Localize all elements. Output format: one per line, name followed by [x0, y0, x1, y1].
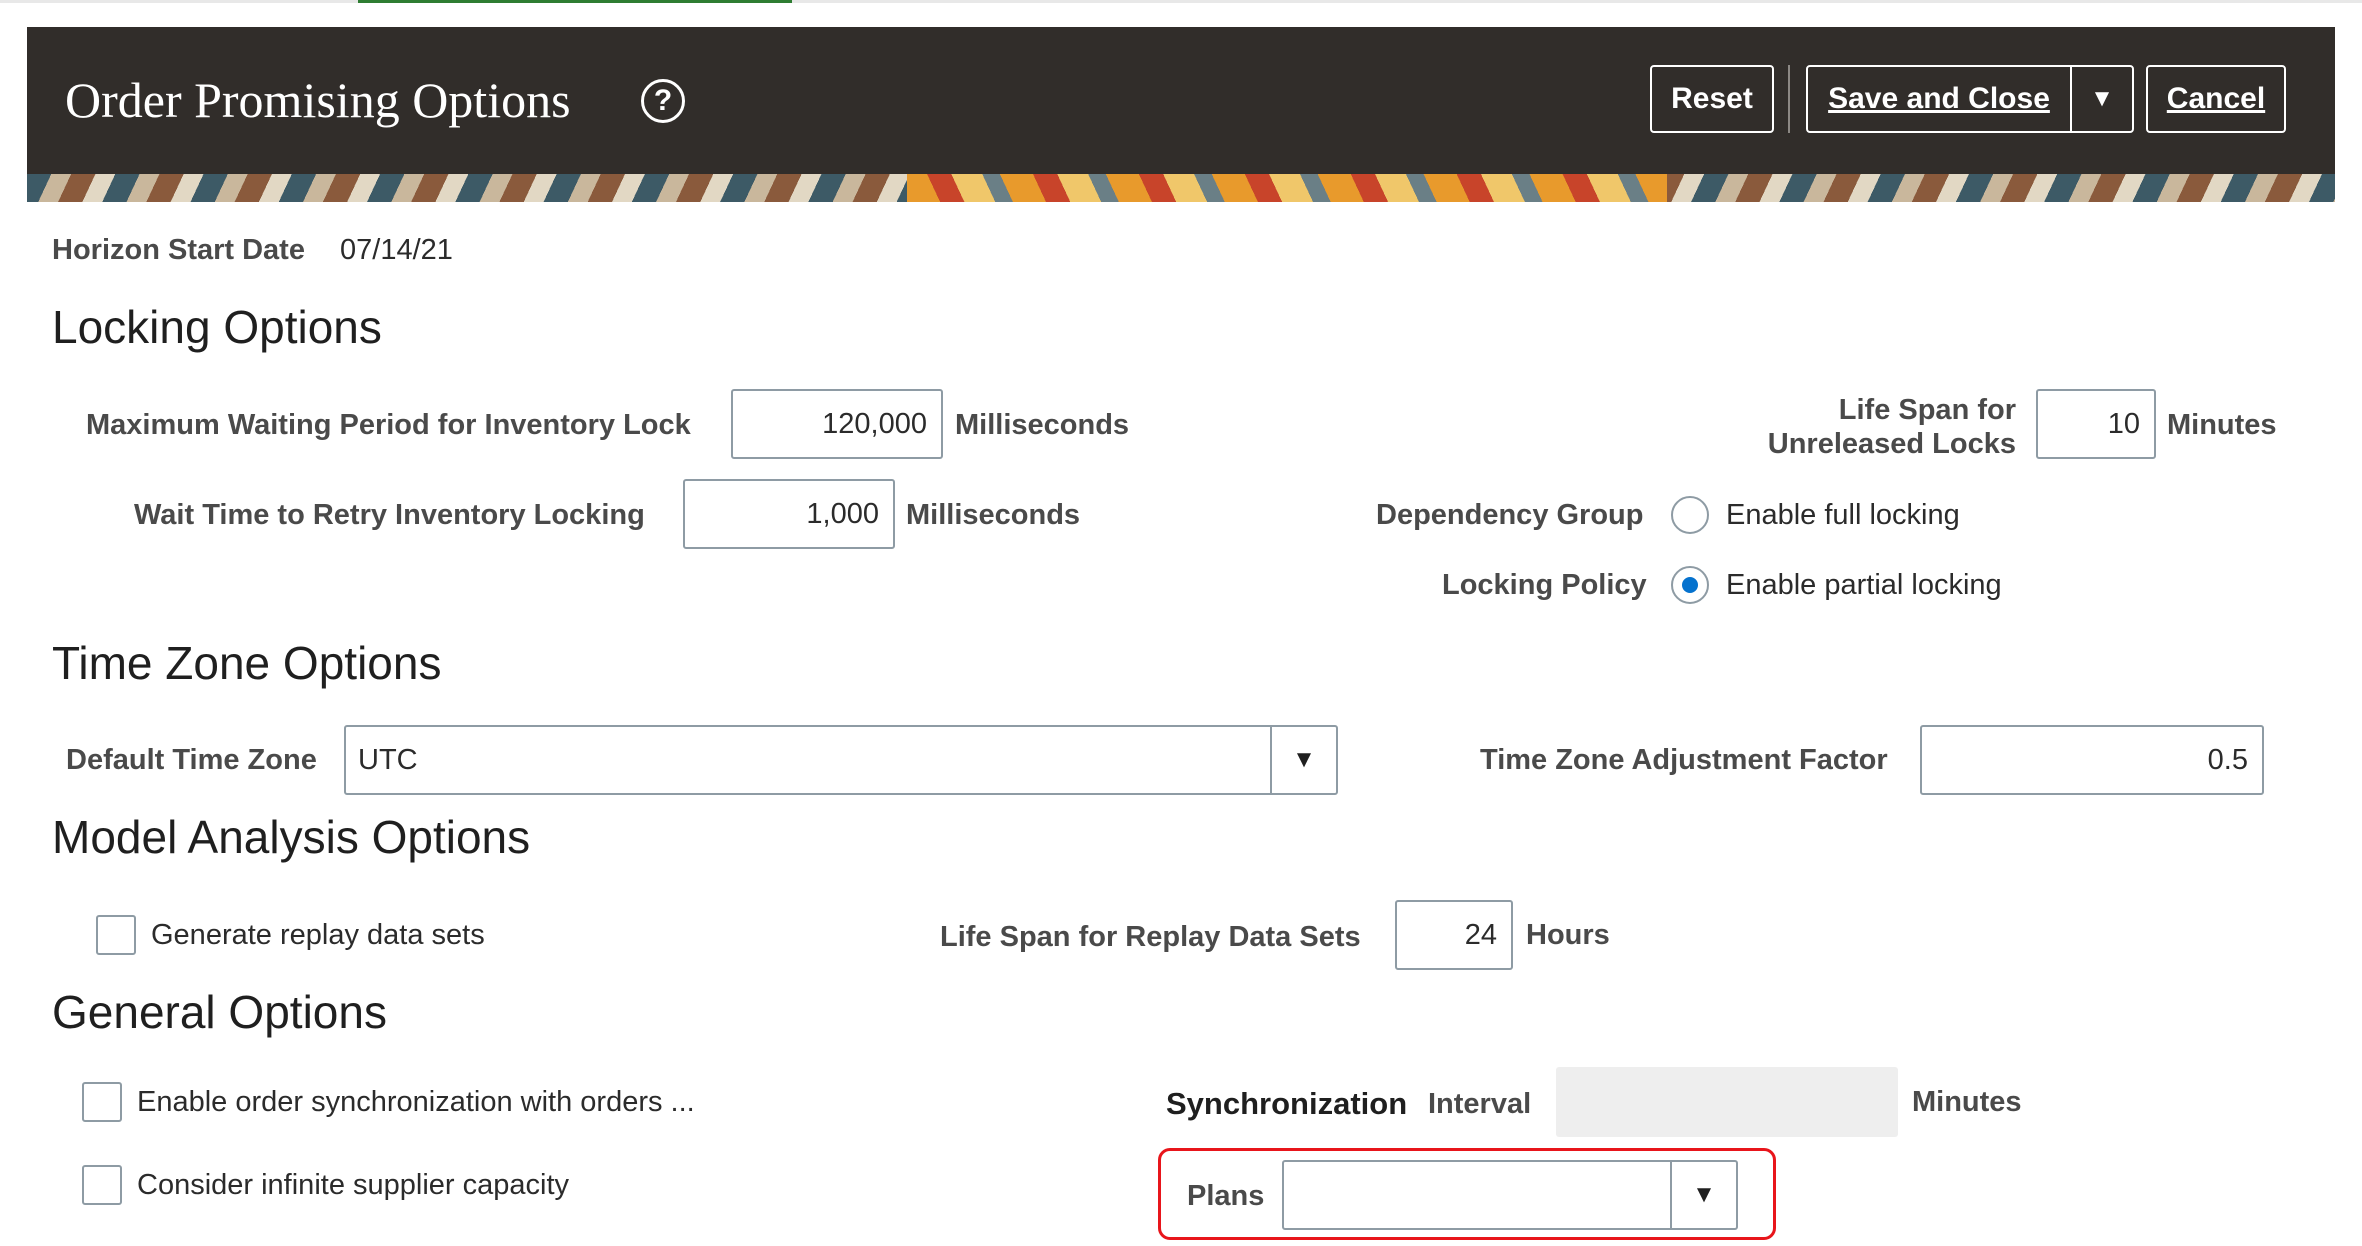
reset-button-label: Reset [1671, 82, 1753, 115]
max-wait-label: Maximum Waiting Period for Inventory Loc… [86, 409, 691, 441]
plans-select[interactable]: ▼ [1282, 1160, 1738, 1230]
partial-locking-label[interactable]: Enable partial locking [1726, 569, 2002, 602]
time-zone-adjustment-label: Time Zone Adjustment Factor [1480, 744, 1888, 776]
replay-life-span-label: Life Span for Replay Data Sets [940, 921, 1361, 953]
retry-input[interactable]: 1,000 [683, 479, 895, 549]
full-locking-radio[interactable] [1671, 496, 1709, 534]
time-zone-adjustment-input[interactable]: 0.5 [1920, 725, 2264, 795]
sync-orders-label[interactable]: Enable order synchronization with orders… [137, 1086, 695, 1119]
model-analysis-options-heading: Model Analysis Options [52, 811, 531, 863]
default-time-zone-label: Default Time Zone [66, 744, 317, 776]
top-accent-bar [358, 0, 792, 3]
full-locking-label[interactable]: Enable full locking [1726, 499, 1960, 532]
caret-down-icon[interactable]: ▼ [1270, 727, 1336, 793]
default-time-zone-select[interactable]: UTC ▼ [344, 725, 1338, 795]
interval-label: Interval [1428, 1088, 1532, 1120]
caret-down-icon[interactable]: ▼ [2072, 67, 2132, 131]
infinite-capacity-checkbox[interactable] [82, 1165, 122, 1205]
sync-orders-checkbox[interactable] [82, 1082, 122, 1122]
save-and-close-button[interactable]: Save and Close ▼ [1806, 65, 2134, 133]
synchronization-label: Synchronization [1166, 1086, 1408, 1121]
generate-replay-label[interactable]: Generate replay data sets [151, 919, 485, 952]
top-rule [0, 0, 2362, 3]
max-wait-unit: Milliseconds [955, 409, 1130, 441]
life-span-unreleased-input[interactable]: 10 [2036, 389, 2156, 459]
life-span-label-line2: Unreleased Locks [1767, 428, 2016, 460]
sync-interval-unit: Minutes [1912, 1086, 2022, 1118]
default-time-zone-value: UTC [358, 744, 418, 776]
replay-life-span-input[interactable]: 24 [1395, 900, 1513, 970]
max-wait-input[interactable]: 120,000 [731, 389, 943, 459]
radio-selected-dot [1682, 577, 1698, 593]
locking-options-heading: Locking Options [52, 301, 382, 353]
life-span-unreleased-label: Life Span for Unreleased Locks [1760, 393, 2016, 461]
dependency-group-label: Dependency Group [1376, 499, 1644, 531]
cancel-button[interactable]: Cancel [2146, 65, 2286, 133]
retry-label: Wait Time to Retry Inventory Locking [134, 499, 645, 531]
partial-locking-radio[interactable] [1671, 566, 1709, 604]
toolbar-separator [1788, 65, 1790, 133]
infinite-capacity-label[interactable]: Consider infinite supplier capacity [137, 1169, 569, 1202]
page-title: Order Promising Options [65, 72, 571, 128]
sync-interval-input [1556, 1067, 1898, 1137]
life-span-label-line1: Life Span for [1838, 394, 2016, 426]
generate-replay-checkbox[interactable] [96, 915, 136, 955]
decorative-banner [27, 174, 2335, 202]
locking-policy-label: Locking Policy [1442, 569, 1647, 601]
reset-button[interactable]: Reset [1650, 65, 1774, 133]
time-zone-options-heading: Time Zone Options [52, 637, 442, 689]
retry-unit: Milliseconds [906, 499, 1081, 531]
horizon-start-date-value: 07/14/21 [340, 234, 453, 266]
life-span-unreleased-unit: Minutes [2167, 409, 2277, 441]
save-and-close-label[interactable]: Save and Close [1808, 67, 2070, 131]
plans-label: Plans [1187, 1180, 1265, 1212]
page-header: Order Promising Options ? Reset Save and… [27, 27, 2335, 174]
horizon-start-date-label: Horizon Start Date [52, 234, 305, 266]
question-circle-icon[interactable]: ? [641, 79, 685, 123]
caret-down-icon[interactable]: ▼ [1670, 1162, 1736, 1228]
banner-accent [907, 174, 1667, 202]
replay-life-span-unit: Hours [1526, 919, 1610, 951]
cancel-button-label: Cancel [2166, 82, 2266, 115]
general-options-heading: General Options [52, 986, 387, 1038]
